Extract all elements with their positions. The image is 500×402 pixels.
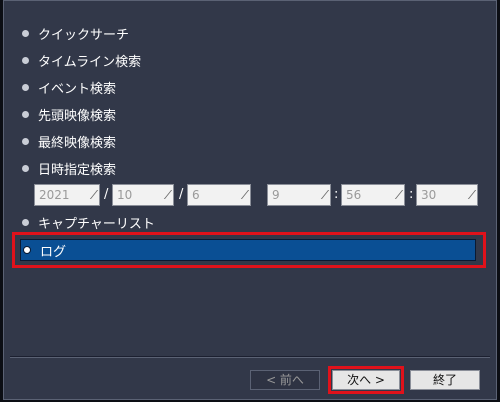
second-field[interactable]: 30 ⁄ <box>416 184 478 206</box>
radio-bullet-icon <box>22 83 29 91</box>
radio-selected-icon <box>23 246 31 254</box>
menu-item-log[interactable]: ログ <box>20 239 476 261</box>
datetime-fields-row: 2021 ⁄ / 10 ⁄ / 6 ⁄ 9 ⁄ : 56 ⁄ : 30 ⁄ <box>34 184 484 206</box>
menu-item-quick-search[interactable]: クイックサーチ <box>22 23 129 43</box>
minute-field[interactable]: 56 ⁄ <box>341 184 405 206</box>
radio-bullet-icon <box>22 56 29 64</box>
menu-item-label: 最終映像検索 <box>38 135 117 151</box>
year-value: 2021 <box>39 188 70 202</box>
month-value: 10 <box>117 188 133 202</box>
menu-item-datetime-search[interactable]: 日時指定検索 <box>22 158 116 178</box>
dropdown-mark-icon: ⁄ <box>166 188 169 202</box>
radio-bullet-icon <box>22 137 29 145</box>
dropdown-mark-icon: ⁄ <box>470 188 473 202</box>
menu-item-event-search[interactable]: イベント検索 <box>22 77 116 97</box>
day-field[interactable]: 6 ⁄ <box>187 184 251 206</box>
menu-item-label: イベント検索 <box>38 81 117 97</box>
dropdown-mark-icon: ⁄ <box>243 188 246 202</box>
radio-bullet-icon <box>22 29 29 37</box>
hour-field[interactable]: 9 ⁄ <box>267 184 331 206</box>
next-button[interactable]: 次へ > <box>332 370 400 390</box>
prev-button[interactable]: < 前へ <box>250 370 320 390</box>
day-value: 6 <box>192 188 200 202</box>
menu-item-label: 日時指定検索 <box>38 162 117 178</box>
menu-item-label: キャプチャーリスト <box>38 216 155 232</box>
radio-bullet-icon <box>22 110 29 118</box>
minute-value: 56 <box>346 188 362 202</box>
finish-button[interactable]: 終了 <box>410 370 480 390</box>
menu-item-capture-list[interactable]: キャプチャーリスト <box>22 212 155 232</box>
dropdown-mark-icon: ⁄ <box>323 188 326 202</box>
hour-value: 9 <box>272 188 280 202</box>
dropdown-mark-icon: ⁄ <box>397 188 400 202</box>
menu-item-label: タイムライン検索 <box>38 54 142 70</box>
menu-item-label: クイックサーチ <box>38 27 130 43</box>
menu-item-label: 先頭映像検索 <box>38 108 117 124</box>
radio-bullet-icon <box>22 218 29 226</box>
year-field[interactable]: 2021 ⁄ <box>34 184 100 206</box>
menu-item-label: ログ <box>40 244 67 260</box>
date-separator: / <box>179 187 184 202</box>
footer-divider <box>10 356 490 358</box>
time-separator: : <box>334 187 339 202</box>
menu-item-last-video-search[interactable]: 最終映像検索 <box>22 131 116 151</box>
search-wizard-window: クイックサーチ タイムライン検索 イベント検索 先頭映像検索 最終映像検索 日時… <box>3 0 497 400</box>
menu-item-first-video-search[interactable]: 先頭映像検索 <box>22 104 116 124</box>
month-field[interactable]: 10 ⁄ <box>112 184 174 206</box>
date-separator: / <box>104 187 109 202</box>
dropdown-mark-icon: ⁄ <box>92 188 95 202</box>
time-separator: : <box>409 187 414 202</box>
radio-bullet-icon <box>22 164 29 172</box>
menu-item-timeline-search[interactable]: タイムライン検索 <box>22 50 141 70</box>
second-value: 30 <box>421 188 437 202</box>
